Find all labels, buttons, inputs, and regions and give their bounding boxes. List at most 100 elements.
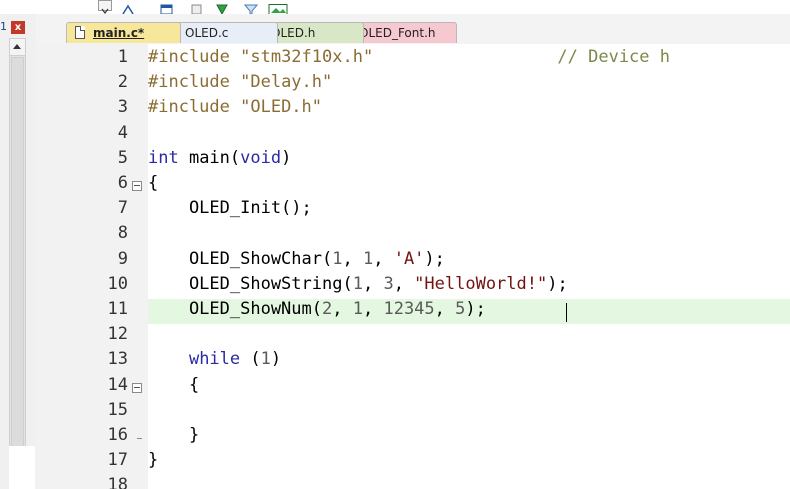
code-token: OLED_ShowChar( <box>148 249 333 269</box>
line-number: 17 <box>107 450 128 470</box>
code-token: ( <box>240 349 261 369</box>
code-token: , <box>373 249 394 269</box>
line-number: 12 <box>107 324 128 344</box>
code-token: while <box>188 349 241 369</box>
code-token: #include <box>148 47 241 67</box>
filter-icon[interactable] <box>243 0 259 15</box>
fold-collapse-icon[interactable] <box>132 383 142 393</box>
panel-number: 1 <box>0 20 7 33</box>
code-token: ) <box>281 148 292 168</box>
code-token: ); <box>465 299 486 319</box>
code-line[interactable]: #include "OLED.h" <box>148 97 322 117</box>
code-token: } <box>148 450 159 470</box>
code-token: "OLED.h" <box>240 97 323 117</box>
tab-bar: OLED_Font.h OLED.h OLED.c main.c* <box>36 14 790 45</box>
code-token: 1 <box>362 249 374 269</box>
fold-end-marker <box>137 438 142 439</box>
line-number: 16 <box>107 425 128 445</box>
line-number: 8 <box>117 223 128 243</box>
code-token: "Delay.h" <box>240 72 333 92</box>
close-icon[interactable]: x <box>11 21 25 34</box>
code-token: ); <box>424 249 445 269</box>
line-number: 11 <box>107 299 128 319</box>
code-line[interactable]: } <box>148 425 199 445</box>
code-token: , <box>342 249 363 269</box>
vertical-scrollbar[interactable] <box>9 38 26 448</box>
code-token: , <box>362 299 384 319</box>
fold-collapse-icon[interactable] <box>132 181 142 191</box>
code-token: , <box>362 274 384 294</box>
code-token: { <box>148 375 200 395</box>
code-line[interactable]: while (1) <box>148 349 281 369</box>
line-number: 18 <box>107 475 128 489</box>
tab-label: main.c* <box>93 26 145 40</box>
text-cursor <box>566 303 567 322</box>
line-number: 2 <box>117 72 128 92</box>
line-number: 1 <box>117 47 128 67</box>
code-line[interactable]: OLED_ShowChar(1, 1, 'A'); <box>148 249 445 269</box>
code-line[interactable]: #include "Delay.h" <box>148 72 332 92</box>
code-token: int <box>148 148 189 168</box>
code-line[interactable]: } <box>148 450 158 470</box>
code-line[interactable]: { <box>148 375 199 395</box>
line-number: 14 <box>107 375 128 395</box>
toolbar <box>0 0 790 16</box>
code-editor[interactable]: 1 #include "stm32f10x.h" // Device h 2 #inc… <box>36 44 790 489</box>
code-token: } <box>148 425 200 445</box>
code-line[interactable]: #include "stm32f10x.h" // Device h <box>148 47 670 67</box>
line-number: 3 <box>117 97 128 117</box>
line-number: 13 <box>107 349 128 369</box>
code-token: #include <box>148 72 241 92</box>
code-token: 1 <box>332 249 343 269</box>
scroll-up-icon[interactable] <box>10 39 25 56</box>
code-token: ); <box>547 274 568 294</box>
code-token: 3 <box>383 274 394 294</box>
tool-icon[interactable] <box>121 0 135 15</box>
code-token: 12345 <box>383 299 435 319</box>
code-line[interactable]: int main(void) <box>148 148 291 168</box>
line-number: 4 <box>117 123 128 143</box>
tab-label: OLED.c <box>185 26 229 40</box>
bookmark-icon[interactable] <box>215 0 229 16</box>
code-token: "stm32f10x.h" <box>240 47 374 67</box>
line-number: 10 <box>107 274 128 294</box>
code-line[interactable]: OLED_ShowString(1, 3, "HelloWorld!"); <box>148 274 568 294</box>
code-token: OLED_ShowNum( <box>148 299 322 319</box>
line-number: 15 <box>107 400 128 420</box>
code-token: 1 <box>352 299 363 319</box>
image-icon[interactable] <box>268 0 288 15</box>
line-number: 6 <box>117 173 128 193</box>
code-token: , <box>434 299 456 319</box>
scrollbar-thumb[interactable] <box>11 57 24 447</box>
code-token: main( <box>188 148 241 168</box>
dropdown-icon[interactable] <box>98 0 112 14</box>
left-panel: 1 x <box>0 14 36 489</box>
panel-blank-area <box>9 446 35 489</box>
code-line[interactable]: OLED_Init(); <box>148 198 312 218</box>
code-token: { <box>148 173 159 193</box>
code-line[interactable]: { <box>148 173 158 193</box>
code-token: "HelloWorld!" <box>414 274 548 294</box>
code-token: 2 <box>322 299 333 319</box>
code-token: // Device h <box>373 47 670 67</box>
code-token: OLED_Init(); <box>148 198 312 218</box>
code-token: 'A' <box>393 249 425 269</box>
code-token: #include <box>148 97 241 117</box>
line-number: 9 <box>117 249 128 269</box>
tab-label: OLED_Font.h <box>359 26 436 40</box>
code-token: 1 <box>260 349 271 369</box>
code-token: 5 <box>455 299 466 319</box>
code-token: ) <box>270 349 282 369</box>
code-token: 1 <box>352 274 363 294</box>
document-icon <box>75 26 85 39</box>
line-number: 5 <box>117 148 128 168</box>
tab-main-c[interactable]: main.c* <box>66 22 181 43</box>
copy-icon[interactable] <box>190 0 204 15</box>
code-token: void <box>240 148 282 168</box>
code-token: , <box>393 274 415 294</box>
code-token: , <box>332 299 353 319</box>
code-line[interactable]: OLED_ShowNum(2, 1, 12345, 5); <box>148 299 486 319</box>
line-number: 7 <box>117 198 128 218</box>
window-icon[interactable] <box>160 0 174 15</box>
